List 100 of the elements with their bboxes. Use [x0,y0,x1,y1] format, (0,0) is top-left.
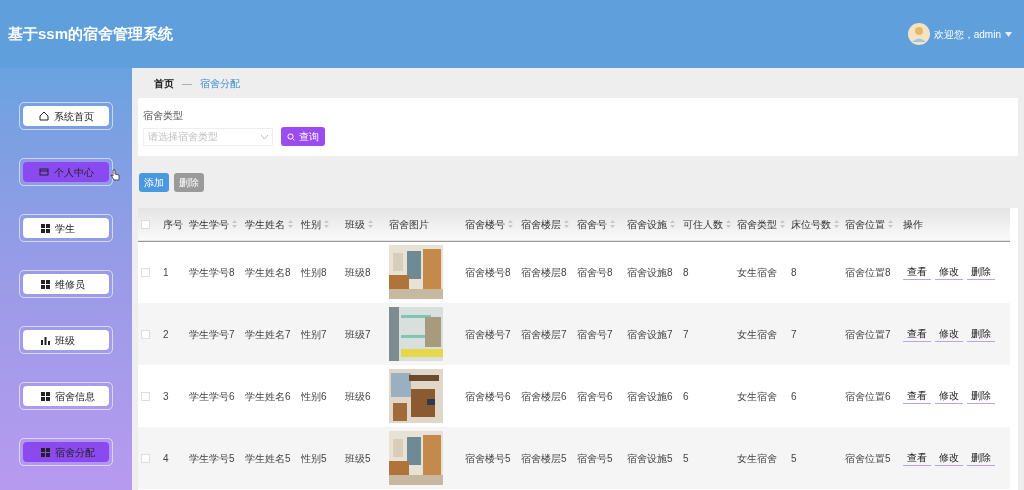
avatar-icon[interactable] [907,23,930,45]
search-button[interactable]: 查询 [281,127,325,146]
view-button[interactable]: 查看 [903,450,931,466]
sort-icon[interactable] [670,220,675,229]
grid-icon [41,447,50,457]
caret-icon[interactable] [1005,31,1012,37]
view-button[interactable]: 查看 [903,388,931,404]
grid-icon [41,223,50,233]
table-cell: 学生学号7 [189,328,235,340]
sort-icon[interactable] [726,220,731,229]
field-label: 宿舍类型 [143,109,184,123]
table-cell: 宿舍设施7 [627,328,673,340]
table-cell: 7 [683,328,689,340]
sidebar-item[interactable]: 学生 [23,218,109,238]
sort-icon[interactable] [834,220,839,229]
app-title: 基于ssm的宿舍管理系统 [8,23,174,44]
sort-icon[interactable] [508,220,513,229]
table-cell: 班级7 [345,328,371,340]
table-cell: 6 [791,390,797,402]
table-cell: 3 [163,390,169,402]
table-cell: 女生宿舍 [737,266,777,278]
card-icon [38,167,49,177]
checkbox[interactable] [141,391,150,401]
table-cell: 宿舍位置6 [845,390,891,402]
table-cell: 宿舍号7 [577,328,613,340]
column-header[interactable]: 性别 [301,216,321,232]
breadcrumb-link[interactable]: 首页 [154,75,174,91]
table-cell: 学生姓名8 [245,266,291,278]
checkbox[interactable] [141,329,150,339]
sort-icon[interactable] [610,220,615,229]
table-cell: 1 [163,266,169,278]
grid-icon [41,279,50,289]
column-header: 序号 [163,217,183,232]
column-header[interactable]: 班级 [345,216,365,232]
table-cell: 班级5 [345,452,371,464]
sidebar-item[interactable]: 系统首页 [23,106,109,126]
table-cell: 宿舍楼号5 [465,452,511,464]
home-icon [38,111,49,121]
delete-button[interactable]: 删除 [967,388,995,404]
sidebar-item[interactable]: 班级 [23,330,109,350]
delete-button[interactable]: 删除 [967,450,995,466]
checkbox[interactable] [141,453,150,463]
sort-icon[interactable] [564,220,569,229]
edit-button[interactable]: 修改 [935,264,963,281]
table-cell: 8 [683,266,689,278]
table-cell: 宿舍位置5 [845,452,891,464]
table-cell: 宿舍号5 [577,452,613,464]
table-cell: 女生宿舍 [737,452,777,464]
checkbox[interactable] [141,267,150,277]
sort-icon[interactable] [324,220,329,229]
table-cell: 宿舍设施5 [627,452,673,464]
sort-icon[interactable] [888,220,893,229]
column-header[interactable]: 宿舍设施 [627,216,667,232]
table-cell: 女生宿舍 [737,390,777,402]
edit-button[interactable]: 修改 [935,388,963,404]
table-cell: 学生学号5 [189,452,235,464]
column-header[interactable]: 宿舍号 [577,216,607,232]
column-header[interactable]: 床位号数 [791,216,831,232]
checkbox[interactable] [141,219,150,229]
table-cell: 4 [163,452,169,464]
table-cell: 性别7 [301,328,327,340]
table-cell: 7 [791,328,797,340]
table-cell: 性别5 [301,452,327,464]
table-cell: 6 [683,390,689,402]
table-cell: 宿舍设施8 [627,266,673,278]
table-cell: 宿舍号6 [577,390,613,402]
column-header[interactable]: 宿舍位置 [845,216,885,232]
table-cell: 宿舍号8 [577,266,613,278]
sort-icon[interactable] [780,220,785,229]
bar-chart-icon [41,335,50,345]
edit-button[interactable]: 修改 [935,450,963,466]
view-button[interactable]: 查看 [903,326,931,342]
chevron-icon [261,134,268,139]
sort-icon[interactable] [288,220,293,229]
table-cell: 学生学号8 [189,266,235,278]
table-cell: 宿舍楼层6 [521,390,567,402]
edit-button[interactable]: 修改 [935,326,963,342]
column-header[interactable]: 宿舍楼层 [521,216,561,232]
column-header[interactable]: 学生学号 [189,216,229,232]
column-header[interactable]: 学生姓名 [245,216,285,232]
column-header[interactable]: 宿舍楼号 [465,216,505,232]
table-cell: 学生姓名5 [245,452,291,464]
table-cell: 宿舍楼号7 [465,328,511,340]
table-cell: 5 [683,452,689,464]
table-cell: 学生学号6 [189,390,235,402]
table-cell: 女生宿舍 [737,328,777,340]
table-cell: 宿舍设施6 [627,390,673,402]
delete-button[interactable]: 删除 [967,326,995,342]
column-header[interactable]: 宿舍类型 [737,216,777,232]
column-header: 宿舍图片 [389,217,429,232]
table-cell: 宿舍位置8 [845,266,891,278]
sidebar-item[interactable]: 宿舍信息 [23,386,109,406]
table-cell: 班级8 [345,266,371,278]
table-cell: 宿舍楼层8 [521,266,567,278]
sidebar-item[interactable]: 维修员 [23,274,109,294]
view-button[interactable]: 查看 [903,264,931,281]
delete-button[interactable]: 删除 [967,264,995,281]
column-header[interactable]: 可住人数 [683,216,723,232]
sort-icon[interactable] [232,220,237,229]
sort-icon[interactable] [368,220,373,229]
